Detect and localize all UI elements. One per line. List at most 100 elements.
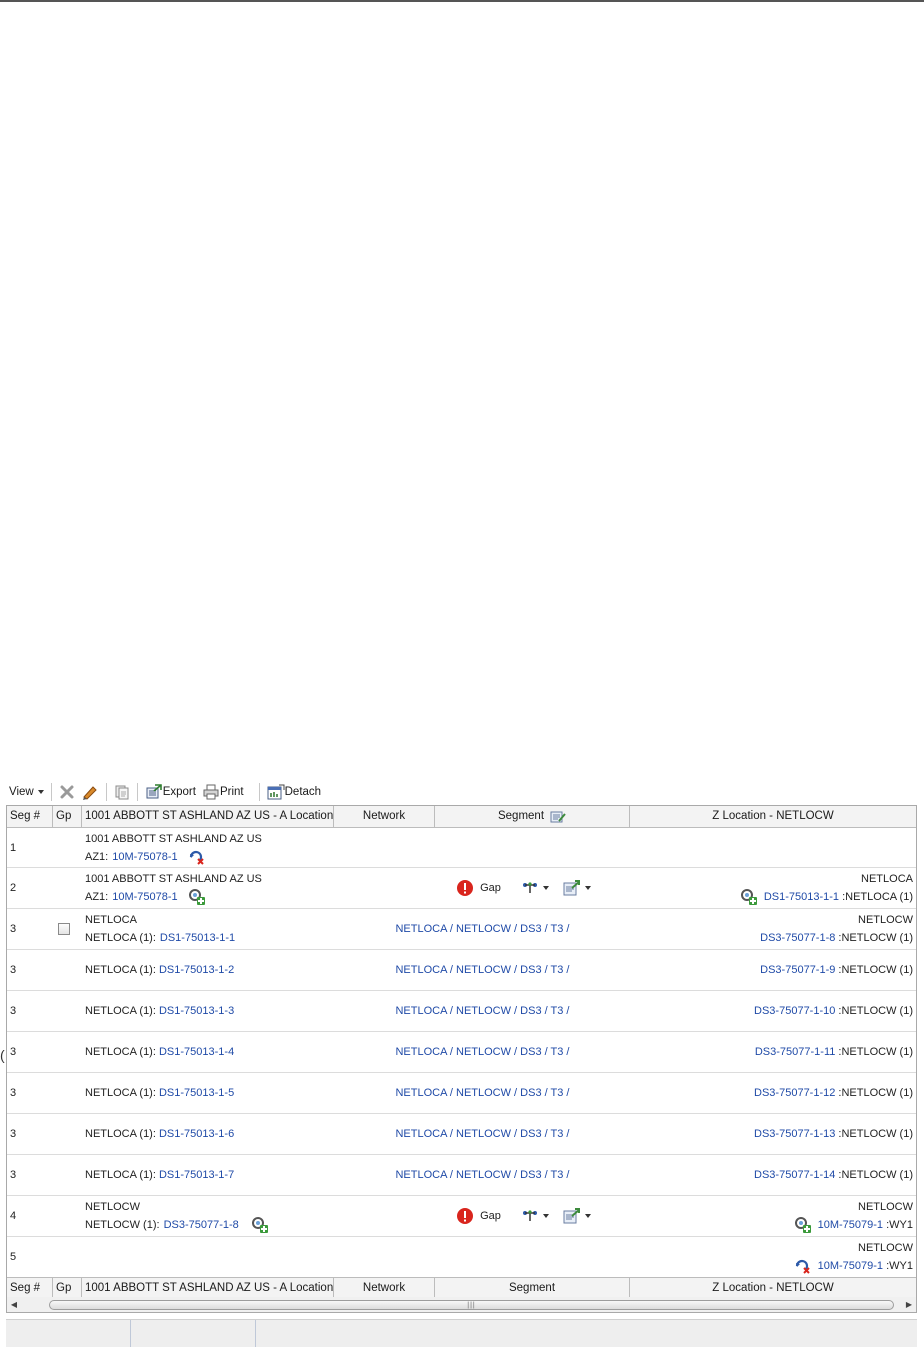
z-location-cell: NETLOCW 10M-75079-1 :WY1: [630, 1237, 916, 1277]
disconnect-icon[interactable]: [794, 1258, 812, 1274]
port-link[interactable]: DS1-75013-1-1: [160, 929, 235, 947]
segment-path-link[interactable]: NETLOCA / NETLOCW / DS3 / T3 /: [395, 1084, 569, 1102]
port-suffix: :NETLOCW (1): [835, 1087, 913, 1099]
gp-cell: [53, 1032, 82, 1072]
port-link[interactable]: 10M-75078-1: [112, 888, 177, 906]
port-link[interactable]: DS1-75013-1-3: [159, 1005, 234, 1017]
a-location-cell: NETLOCW NETLOCW (1): DS3-75077-1-8: [82, 1196, 334, 1236]
scroll-thumb[interactable]: |||: [49, 1299, 894, 1310]
port-link[interactable]: DS1-75013-1-4: [159, 1046, 234, 1058]
group-checkbox[interactable]: [58, 923, 70, 935]
add-connection-icon[interactable]: [794, 1217, 812, 1233]
add-connection-icon[interactable]: [740, 889, 758, 905]
toolbar-divider: [136, 783, 138, 801]
horizontal-scrollbar[interactable]: ◀ ||| ▶: [6, 1297, 917, 1313]
delete-button[interactable]: [56, 781, 78, 803]
table-row[interactable]: 3 NETLOCA (1): DS1-75013-1-4 NETLOCA / N…: [7, 1032, 916, 1073]
header-a-location[interactable]: 1001 ABBOTT ST ASHLAND AZ US - A Locatio…: [82, 806, 334, 827]
port-link[interactable]: DS3-75077-1-11: [755, 1046, 836, 1058]
view-menu[interactable]: View: [6, 781, 47, 803]
network-cell: [334, 1237, 435, 1277]
table-row[interactable]: 3 NETLOCA (1): DS1-75013-1-3 NETLOCA / N…: [7, 991, 916, 1032]
segment-cell: NETLOCA / NETLOCW / DS3 / T3 /: [395, 1114, 630, 1154]
z-location-port: 10M-75079-1 :WY1: [794, 1216, 913, 1234]
a-location-address: 1001 ABBOTT ST ASHLAND AZ US: [85, 873, 262, 885]
disconnect-icon[interactable]: [188, 849, 206, 865]
network-cell: [334, 868, 435, 908]
seg-number: 4: [10, 1210, 17, 1222]
route-menu[interactable]: [521, 881, 549, 895]
footer-z-location[interactable]: Z Location - NETLOCW: [630, 1278, 916, 1299]
assign-menu[interactable]: [563, 880, 591, 896]
segment-path-link[interactable]: NETLOCA / NETLOCW / DS3 / T3 /: [395, 1043, 569, 1061]
route-menu[interactable]: [521, 1209, 549, 1223]
header-network[interactable]: Network: [334, 806, 435, 827]
segment-path-link[interactable]: NETLOCA / NETLOCW / DS3 / T3 /: [395, 1166, 569, 1184]
scroll-left-icon[interactable]: ◀: [7, 1298, 21, 1312]
header-segment[interactable]: Segment: [435, 806, 630, 827]
port-prefix: AZ1:: [85, 891, 109, 903]
header-segment-label: Segment: [497, 810, 545, 822]
detach-button[interactable]: Detach: [264, 781, 324, 803]
port-link[interactable]: 10M-75079-1: [818, 1219, 883, 1231]
edit-segment-icon[interactable]: [550, 810, 566, 824]
port-link[interactable]: DS3-75077-1-14: [754, 1169, 835, 1181]
add-connection-icon[interactable]: [251, 1217, 269, 1233]
segment-cell: NETLOCA / NETLOCW / DS3 / T3 /: [395, 950, 630, 990]
table-row[interactable]: 5 NETLOCW 10M-75079-1 :WY1: [7, 1237, 916, 1277]
add-connection-icon[interactable]: [188, 889, 206, 905]
detach-icon: [267, 784, 285, 800]
table-row[interactable]: 1 1001 ABBOTT ST ASHLAND AZ US AZ1: 10M-…: [7, 828, 916, 868]
port-link[interactable]: 10M-75079-1: [818, 1260, 883, 1272]
port-link[interactable]: DS3-75077-1-9: [760, 964, 835, 976]
port-suffix: :NETLOCW (1): [835, 1005, 913, 1017]
header-seg[interactable]: Seg #: [7, 806, 53, 827]
edit-button[interactable]: [78, 781, 102, 803]
table-row[interactable]: 2 1001 ABBOTT ST ASHLAND AZ US AZ1: 10M-…: [7, 868, 916, 909]
port-link[interactable]: DS3-75077-1-8: [164, 1216, 239, 1234]
port-link[interactable]: DS1-75013-1-7: [159, 1169, 234, 1181]
port-suffix: :NETLOCW (1): [835, 964, 913, 976]
port-link[interactable]: DS3-75077-1-10: [754, 1005, 835, 1017]
port-link[interactable]: DS1-75013-1-6: [159, 1128, 234, 1140]
scroll-track[interactable]: |||: [21, 1299, 902, 1311]
scroll-right-icon[interactable]: ▶: [902, 1298, 916, 1312]
port-link[interactable]: DS3-75077-1-13: [754, 1128, 835, 1140]
copy-button[interactable]: [111, 781, 133, 803]
segment-path-link[interactable]: NETLOCA / NETLOCW / DS3 / T3 /: [395, 1002, 569, 1020]
port-suffix: :WY1: [883, 1219, 913, 1231]
table-row[interactable]: 3 NETLOCA (1): DS1-75013-1-2 NETLOCA / N…: [7, 950, 916, 991]
segment-path-link[interactable]: NETLOCA / NETLOCW / DS3 / T3 /: [395, 961, 569, 979]
port-link[interactable]: DS3-75077-1-8: [760, 932, 835, 944]
footer-network[interactable]: Network: [334, 1278, 435, 1299]
a-location-cell: NETLOCA (1): DS1-75013-1-3: [82, 991, 334, 1031]
assign-menu[interactable]: [563, 1208, 591, 1224]
chevron-down-icon: [542, 886, 549, 890]
header-gp[interactable]: Gp: [53, 806, 82, 827]
port-link[interactable]: DS1-75013-1-1: [764, 891, 839, 903]
port-link[interactable]: DS3-75077-1-12: [754, 1087, 835, 1099]
port-link[interactable]: DS1-75013-1-5: [159, 1087, 234, 1099]
footer-a-location[interactable]: 1001 ABBOTT ST ASHLAND AZ US - A Locatio…: [82, 1278, 334, 1299]
view-label: View: [9, 786, 34, 798]
table-row[interactable]: 3 NETLOCA NETLOCA (1): DS1-75013-1-1 NET…: [7, 909, 916, 950]
segment-path-link[interactable]: NETLOCA / NETLOCW / DS3 / T3 /: [395, 1125, 569, 1143]
footer-gp[interactable]: Gp: [53, 1278, 82, 1299]
table-row[interactable]: 3 NETLOCA (1): DS1-75013-1-7 NETLOCA / N…: [7, 1155, 916, 1196]
table-row[interactable]: 4 NETLOCW NETLOCW (1): DS3-75077-1-8 Gap…: [7, 1196, 916, 1237]
port-prefix: NETLOCA (1):: [85, 964, 159, 976]
export-button[interactable]: Export: [142, 781, 199, 803]
segment-path-link[interactable]: NETLOCA / NETLOCW / DS3 / T3 /: [395, 920, 569, 938]
print-button[interactable]: Print: [199, 781, 247, 803]
header-z-location[interactable]: Z Location - NETLOCW: [630, 806, 916, 827]
segment-cell: [435, 1237, 630, 1277]
port-link[interactable]: 10M-75078-1: [112, 848, 177, 866]
gap-controls: Gap: [456, 1207, 591, 1225]
port-link[interactable]: DS1-75013-1-2: [159, 964, 234, 976]
chevron-down-icon: [584, 886, 591, 890]
circuit-view: View Export Print Detach Seg # Gp 1001 A…: [6, 779, 917, 1347]
table-row[interactable]: 3 NETLOCA (1): DS1-75013-1-5 NETLOCA / N…: [7, 1073, 916, 1114]
footer-seg[interactable]: Seg #: [7, 1278, 53, 1299]
footer-segment[interactable]: Segment: [435, 1278, 630, 1299]
table-row[interactable]: 3 NETLOCA (1): DS1-75013-1-6 NETLOCA / N…: [7, 1114, 916, 1155]
